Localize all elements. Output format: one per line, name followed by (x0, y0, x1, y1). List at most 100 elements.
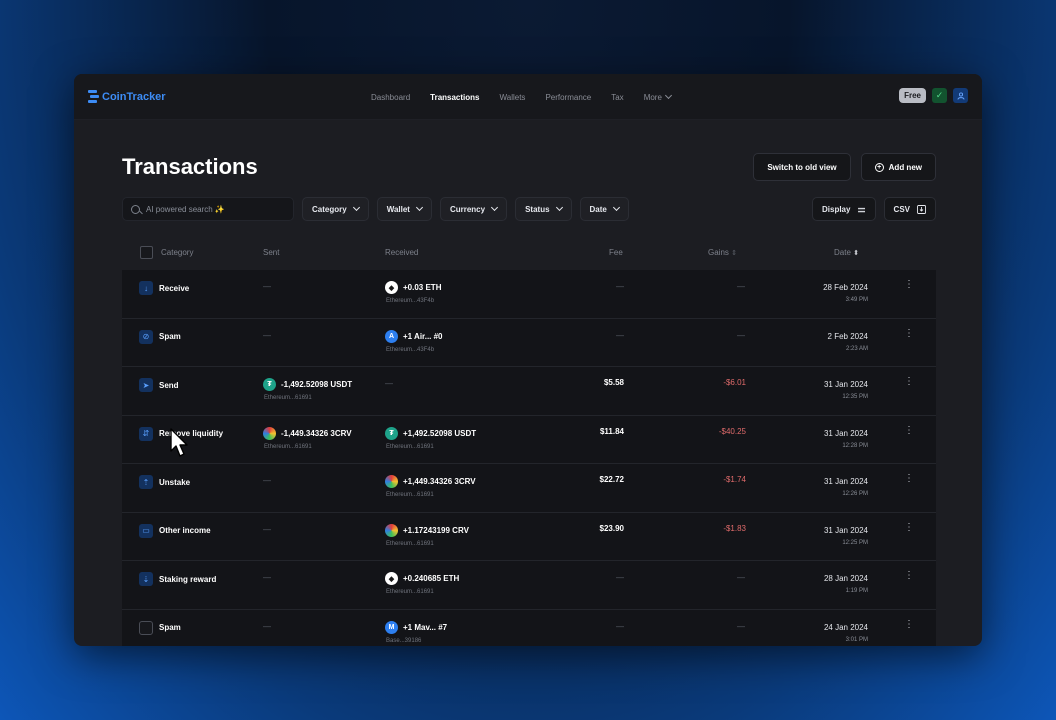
nav-dashboard[interactable]: Dashboard (371, 93, 410, 102)
nav-performance[interactable]: Performance (545, 93, 591, 102)
3crv-coin-icon (385, 475, 398, 488)
wallet-filter-label: Wallet (386, 204, 410, 214)
row-category[interactable]: ➤ Send (139, 378, 179, 392)
more-options-icon[interactable]: ⋮ (904, 522, 914, 532)
received-asset[interactable]: +1,449.34326 3CRV Ethereum...61691 (385, 475, 476, 498)
3crv-coin-icon (263, 426, 276, 440)
received-wallet: Ethereum...43F4b (386, 346, 435, 353)
chevron-down-icon (491, 203, 499, 212)
sent-asset[interactable]: ₮ -1,492.52098 USDT Ethereum...61691 (263, 378, 352, 401)
received-asset[interactable]: ₮ +1,492.52098 USDT Ethereum...61691 (385, 426, 476, 450)
table-row[interactable]: ▭ Other income — +1.17243199 CRV Ethereu… (122, 513, 936, 561)
date-value: 28 Feb 2024 (823, 283, 868, 292)
send-icon: ➤ (139, 378, 153, 392)
received-empty: — (385, 379, 393, 388)
header-received[interactable]: Received (385, 248, 418, 257)
display-label: Display (822, 204, 851, 214)
add-new-label: Add new (888, 162, 922, 172)
row-category[interactable]: Spam (139, 620, 181, 635)
category-label: Staking reward (159, 574, 217, 584)
category-label: Other income (159, 526, 211, 535)
nav-wallets[interactable]: Wallets (500, 93, 526, 102)
row-category[interactable]: ↓ Receive (139, 281, 189, 295)
sent-wallet: Ethereum...61691 (264, 443, 312, 450)
category-filter[interactable]: Category (302, 197, 369, 221)
date-value: 31 Jan 2024 (823, 525, 868, 535)
received-asset[interactable]: A +1 Air... #0 Ethereum...43F4b (385, 329, 443, 353)
more-options-icon[interactable]: ⋮ (904, 425, 914, 435)
page-title: Transactions (122, 154, 258, 179)
received-asset[interactable]: ◆ +0.240685 ETH Ethereum...61691 (385, 572, 459, 595)
received-asset[interactable]: +1.17243199 CRV Ethereum...61691 (385, 523, 469, 547)
more-options-icon[interactable]: ⋮ (904, 619, 914, 629)
logo[interactable]: CoinTracker (88, 89, 166, 104)
category-label: Unstake (159, 477, 191, 487)
row-date: 28 Jan 2024 1:19 PM (824, 574, 868, 594)
csv-label: CSV (893, 204, 910, 214)
plan-badge[interactable]: Free (899, 88, 926, 103)
table-row[interactable]: ⊘ Spam — A +1 Air... #0 Ethereum...43F4b… (122, 319, 936, 367)
gain-empty: — (737, 621, 745, 631)
csv-button[interactable]: CSV (883, 197, 936, 221)
table-header: Category Sent Received Fee Gains ⇕ Date … (122, 234, 936, 270)
check-icon[interactable]: ✓ (932, 88, 947, 103)
add-new-button[interactable]: + Add new (860, 153, 936, 181)
sent-empty: — (263, 330, 271, 340)
fee-empty: — (616, 282, 624, 291)
more-options-icon[interactable]: ⋮ (904, 474, 914, 484)
status-filter-label: Status (525, 204, 550, 214)
search-input[interactable] (146, 204, 276, 214)
user-icon[interactable] (953, 88, 968, 103)
wallet-filter[interactable]: Wallet (376, 197, 432, 221)
row-category[interactable]: ⇡ Unstake (139, 475, 190, 489)
more-options-icon[interactable]: ⋮ (904, 328, 914, 338)
received-asset[interactable]: ◆ +0.03 ETH Ethereum...43F4b (385, 281, 441, 304)
switch-view-button[interactable]: Switch to old view (753, 153, 851, 181)
header-category[interactable]: Category (161, 248, 193, 257)
currency-filter[interactable]: Currency (439, 197, 508, 221)
liquidity-icon: ⇵ (139, 426, 153, 441)
currency-filter-label: Currency (449, 204, 486, 214)
header-sent[interactable]: Sent (263, 248, 279, 257)
row-category[interactable]: ▭ Other income (139, 523, 211, 538)
table-row[interactable]: ⇡ Unstake — +1,449.34326 3CRV Ethereum..… (122, 464, 936, 513)
nav-more[interactable]: More (644, 91, 672, 102)
category-label: Spam (159, 332, 181, 341)
switch-view-label: Switch to old view (767, 162, 837, 172)
received-wallet: Ethereum...61691 (386, 589, 434, 595)
row-date: 31 Jan 2024 12:28 PM (824, 429, 868, 449)
header-fee[interactable]: Fee (609, 248, 623, 257)
header-gains[interactable]: Gains ⇕ (708, 248, 737, 257)
display-button[interactable]: Display ⚌ (812, 197, 876, 221)
logo-text: CoinTracker (102, 90, 166, 103)
row-category[interactable]: ⊘ Spam (139, 329, 181, 344)
nav-transactions[interactable]: Transactions (430, 93, 479, 102)
more-options-icon[interactable]: ⋮ (904, 280, 914, 290)
category-filter-label: Category (312, 204, 347, 214)
table-row[interactable]: ➤ Send ₮ -1,492.52098 USDT Ethereum...61… (122, 367, 936, 416)
date-value: 28 Jan 2024 (823, 574, 868, 583)
main-nav: Dashboard Transactions Wallets Performan… (371, 74, 691, 120)
table-row[interactable]: ↓ Receive — ◆ +0.03 ETH Ethereum...43F4b… (122, 270, 936, 319)
select-all-checkbox[interactable] (140, 245, 153, 259)
checkbox-icon[interactable] (139, 620, 153, 635)
unstake-icon: ⇡ (139, 475, 153, 489)
search-box[interactable] (122, 197, 294, 221)
table-row[interactable]: ⇣ Staking reward — ◆ +0.240685 ETH Ether… (122, 561, 936, 610)
sent-asset[interactable]: -1,449.34326 3CRV Ethereum...61691 (263, 426, 352, 450)
date-filter[interactable]: Date (579, 197, 629, 221)
fee-value: $11.84 (599, 426, 624, 436)
fee-empty: — (616, 573, 624, 582)
transactions-table: ↓ Receive — ◆ +0.03 ETH Ethereum...43F4b… (122, 270, 936, 646)
status-filter[interactable]: Status (515, 197, 572, 221)
row-category[interactable]: ⇣ Staking reward (139, 572, 216, 586)
gain-empty: — (737, 282, 745, 291)
more-options-icon[interactable]: ⋮ (904, 377, 914, 387)
received-asset[interactable]: M +1 Mav... #7 Base...39186 (385, 620, 447, 644)
table-row[interactable]: Spam — M +1 Mav... #7 Base...39186 — — 2… (122, 610, 936, 647)
header-date[interactable]: Date ⬍ (834, 248, 859, 257)
table-row[interactable]: ⇵ Remove liquidity -1,449.34326 3CRV Eth… (122, 416, 936, 464)
nav-tax[interactable]: Tax (611, 93, 623, 102)
received-wallet: Ethereum...43F4b (386, 298, 435, 304)
more-options-icon[interactable]: ⋮ (904, 571, 914, 581)
